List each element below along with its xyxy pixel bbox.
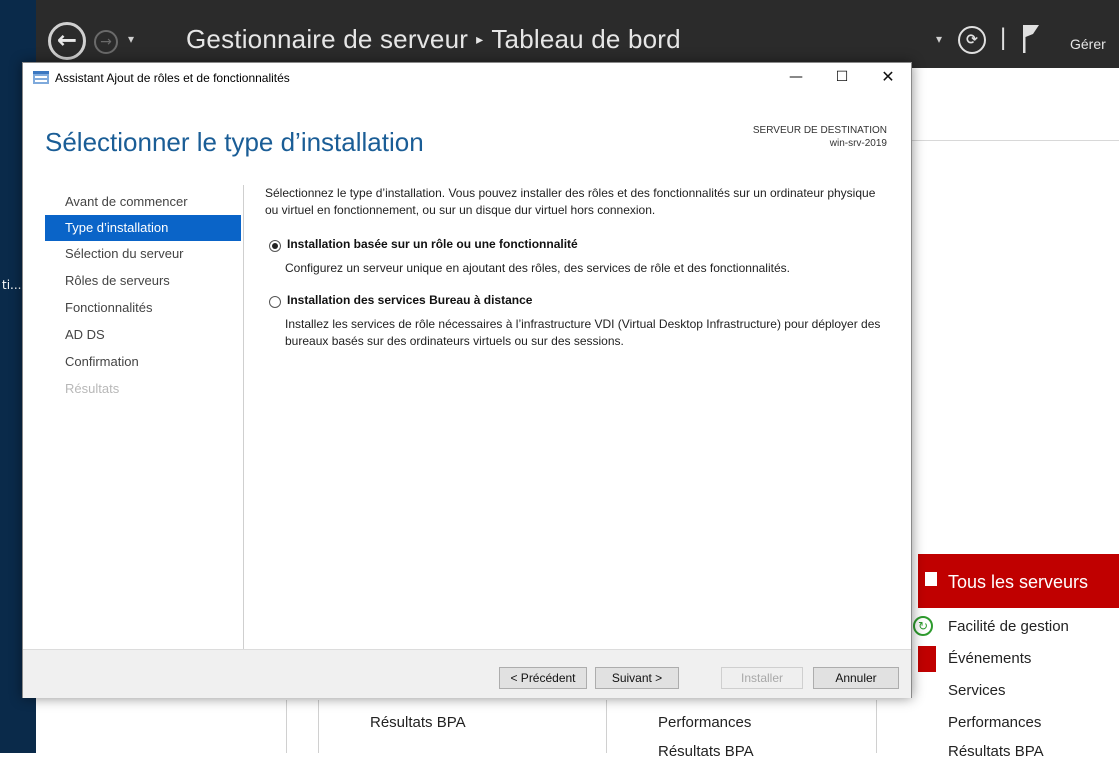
dialog-footer: < Précédent Suivant > Installer Annuler <box>23 649 911 698</box>
step-confirmation[interactable]: Confirmation <box>45 349 241 375</box>
minimize-button[interactable]: — <box>773 63 819 93</box>
tile-item-bpa[interactable]: Résultats BPA <box>370 714 466 731</box>
remote-desktop-services-description: Installez les services de rôle nécessair… <box>285 317 881 348</box>
intro-text: Sélectionnez le type d’installation. Vou… <box>265 186 876 217</box>
step-ad-ds[interactable]: AD DS <box>45 322 241 348</box>
app-title: Gestionnaire de serveur <box>186 24 469 54</box>
step-server-roles[interactable]: Rôles de serveurs <box>45 268 241 294</box>
step-installation-type[interactable]: Type d’installation <box>45 215 241 241</box>
dialog-body: Sélectionner le type d’installation SERV… <box>23 93 911 661</box>
tile-item-performance[interactable]: Performances <box>948 714 1041 731</box>
notifications-flag-icon[interactable] <box>1022 24 1040 54</box>
install-button: Installer <box>721 667 803 689</box>
manage-menu[interactable]: Gérer <box>1070 36 1106 52</box>
previous-button[interactable]: < Précédent <box>499 667 587 689</box>
breadcrumb-separator-icon: ▸ <box>476 31 484 47</box>
radio-selected-dot <box>272 243 278 249</box>
tile-item-bpa[interactable]: Résultats BPA <box>658 743 754 760</box>
page-title: Sélectionner le type d’installation <box>45 127 424 157</box>
step-server-selection[interactable]: Sélection du serveur <box>45 241 241 267</box>
maximize-button[interactable]: ☐ <box>819 63 865 93</box>
breadcrumb-dropdown-icon[interactable]: ▾ <box>936 32 942 46</box>
dialog-titlebar[interactable]: Assistant Ajout de rôles et de fonctionn… <box>23 63 911 93</box>
tile-border <box>318 700 319 753</box>
breadcrumb-current: Tableau de bord <box>491 24 681 54</box>
step-before-you-begin[interactable]: Avant de commencer <box>45 189 241 215</box>
tile-border <box>286 700 287 753</box>
role-based-installation-radio[interactable] <box>269 240 281 252</box>
back-icon[interactable]: ← <box>48 22 86 60</box>
server-manager-title: Gestionnaire de serveur ▸ Tableau de bord <box>186 24 681 55</box>
step-results: Résultats <box>65 381 120 396</box>
header-divider: | <box>1000 24 1007 51</box>
role-based-installation-label[interactable]: Installation basée sur un rôle ou une fo… <box>287 237 578 251</box>
events-alert-marker <box>918 646 936 672</box>
tile-item-events[interactable]: Événements <box>948 650 1031 667</box>
next-button[interactable]: Suivant > <box>595 667 679 689</box>
tile-item-bpa[interactable]: Résultats BPA <box>948 743 1044 760</box>
close-button[interactable]: ✕ <box>865 63 911 93</box>
dialog-title: Assistant Ajout de rôles et de fonctionn… <box>55 71 290 85</box>
remote-desktop-services-label[interactable]: Installation des services Bureau à dista… <box>287 293 532 307</box>
tile-title[interactable]: Tous les serveurs <box>948 572 1088 593</box>
server-icon <box>925 572 937 586</box>
nav-divider <box>243 185 244 661</box>
role-based-installation-description: Configurez un serveur unique en ajoutant… <box>285 261 790 275</box>
manageability-ok-icon: ↻ <box>913 616 933 636</box>
tile-item-services[interactable]: Services <box>948 682 1006 699</box>
wizard-app-icon <box>33 71 49 84</box>
cancel-button[interactable]: Annuler <box>813 667 899 689</box>
remote-desktop-services-radio[interactable] <box>269 296 281 308</box>
history-dropdown-icon[interactable]: ▾ <box>128 32 134 46</box>
destination-server-value: win-srv-2019 <box>829 138 887 149</box>
step-features[interactable]: Fonctionnalités <box>45 295 241 321</box>
forward-icon[interactable]: → <box>94 30 118 54</box>
tile-item-manageability[interactable]: Facilité de gestion <box>948 618 1069 635</box>
content-divider <box>900 140 1119 141</box>
tile-border <box>606 700 607 753</box>
tile-border <box>876 700 877 753</box>
desktop-icon-label[interactable]: ti... <box>2 278 21 292</box>
tile-item-performance[interactable]: Performances <box>658 714 751 731</box>
destination-server-label: SERVEUR DE DESTINATION <box>752 125 887 136</box>
add-roles-wizard-dialog: Assistant Ajout de rôles et de fonctionn… <box>22 62 912 698</box>
refresh-icon[interactable]: ⟳ <box>958 26 986 54</box>
